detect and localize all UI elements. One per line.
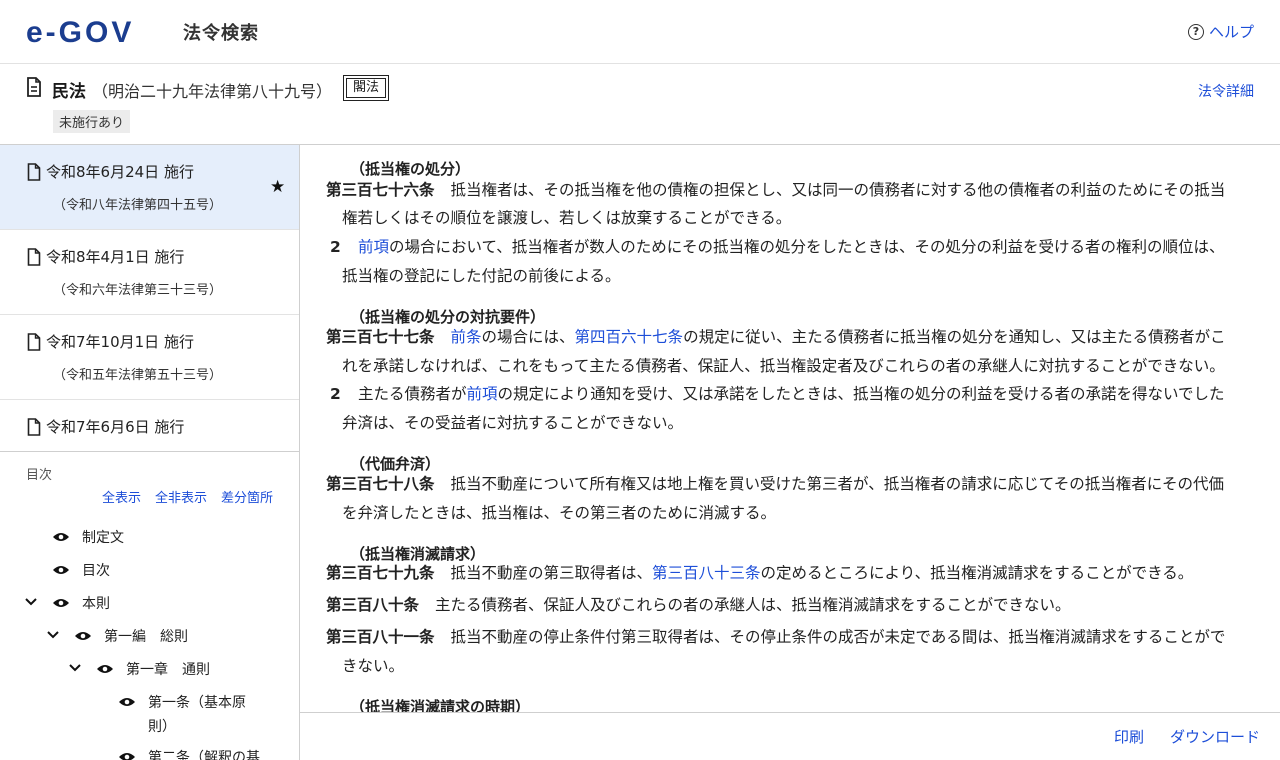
ref-link[interactable]: 前項 (358, 238, 389, 256)
paragraph-number: 2 (330, 385, 341, 403)
law-text-content: （抵当権の処分） 第三百七十六条 抵当権者は、その抵当権を他の債権の担保とし、又は… (0, 145, 1280, 712)
article-text: の定めるところにより、抵当権消滅請求をすることができる。 (760, 564, 1194, 582)
toc-item[interactable]: 第二条（解釈の基 (0, 743, 299, 760)
paragraph-text: の場合において、抵当権者が数人のためにその抵当権の処分をしたときは、その処分の利… (389, 238, 1225, 256)
article-378-cont: を弁済したときは、抵当権は、その第三者のために消滅する。 (342, 504, 777, 522)
ref-link[interactable]: 第四百六十七条 (575, 328, 684, 346)
ref-link[interactable]: 前条 (451, 328, 482, 346)
article-number: 第三百八十一条 (326, 628, 435, 646)
article-376-cont: 権若しくはその順位を譲渡し、若しくは放棄することができる。 (342, 209, 792, 227)
article-number: 第三百七十六条 (326, 181, 435, 199)
article-number: 第三百七十九条 (326, 564, 435, 582)
article-text: の規定に従い、主たる債務者に抵当権の処分を通知し、又は主たる債務者がこ (683, 328, 1226, 346)
law-title-bar (0, 64, 1280, 145)
paragraph-text: 主たる債務者が (358, 385, 467, 403)
article-text: 抵当不動産の停止条件付第三取得者は、その停止条件の成否が未定である間は、抵当権消… (450, 628, 1226, 646)
help-label: ヘルプ (1208, 23, 1254, 41)
article-381-cont: きない。 (342, 657, 405, 675)
app-title: 法令検索 (183, 23, 259, 44)
eye-icon[interactable] (118, 751, 136, 760)
article-379: 第三百七十九条 抵当不動産の第三取得者は、第三百八十三条の定めるところにより、抵当… (326, 559, 1258, 588)
article-number: 第三百七十七条 (326, 328, 435, 346)
help-link[interactable]: ? ヘルプ (1187, 21, 1254, 42)
help-icon: ? (1187, 23, 1204, 40)
document-icon (27, 77, 41, 97)
article-377-cont: れを承諾しなければ、これをもって主たる債務者、保証人、抵当権設定者及びこれらの者… (342, 357, 1225, 375)
logo-text: e-GOV (26, 16, 134, 46)
article-number: 第三百八十条 (326, 596, 420, 614)
download-link[interactable]: ダウンロード (1170, 726, 1260, 747)
article-text: 抵当不動産の第三取得者は、 (450, 564, 653, 582)
toc-item-label: 第二条（解釈の基 (148, 750, 260, 760)
paragraph-377-2-cont: 弁済は、その受益者に対抗することができない。 (342, 414, 684, 432)
toc-item-label: 則） (148, 719, 176, 735)
law-type-label: 閣法 (346, 78, 386, 98)
article-text: 主たる債務者、保証人及びこれらの者の承継人は、抵当権消滅請求をすることができない… (435, 596, 1071, 614)
article-text: の場合には、 (481, 328, 575, 346)
article-377: 第三百七十七条 前条の場合には、第四百六十七条の規定に従い、主たる債務者に抵当権の… (326, 323, 1258, 352)
article-381: 第三百八十一条 抵当不動産の停止条件付第三取得者は、その停止条件の成否が未定である… (326, 623, 1258, 652)
article-text: 抵当不動産について所有権又は地上権を買い受けた第三者が、抵当権者の請求に応じてそ… (450, 475, 1224, 493)
e-gov-logo[interactable]: e-GOV (26, 16, 168, 46)
article-380: 第三百八十条 主たる債務者、保証人及びこれらの者の承継人は、抵当権消滅請求をするこ… (326, 591, 1258, 620)
law-name: 民法 (52, 82, 86, 102)
print-link[interactable]: 印刷 (1114, 726, 1144, 747)
law-detail-link[interactable]: 法令詳細 (1198, 81, 1254, 101)
article-caption: （抵当権消滅請求の時期） (350, 698, 531, 712)
paragraph-376-2-cont: 抵当権の登記にした付記の前後による。 (342, 267, 621, 285)
paragraph-text: の規定により通知を受け、又は承諾をしたときは、抵当権の処分の利益を受ける者の承諾… (497, 385, 1225, 403)
article-number: 第三百七十八条 (326, 475, 435, 493)
law-number: （明治二十九年法律第八十九号） (92, 82, 333, 101)
app-header: e-GOV 法令検索 ? ヘルプ (0, 0, 1280, 64)
ref-link[interactable]: 前項 (467, 385, 498, 403)
article-376: 第三百七十六条 抵当権者は、その抵当権を他の債権の担保とし、又は同一の債務者に対す… (326, 176, 1258, 205)
ref-link[interactable]: 第三百八十三条 (652, 564, 761, 582)
law-type-badge: 閣法 (343, 75, 389, 101)
paragraph-number: 2 (330, 238, 341, 256)
article-text: 抵当権者は、その抵当権を他の債権の担保とし、又は同一の債務者に対する他の債権者の… (450, 181, 1226, 199)
unenforced-badge: 未施行あり (53, 110, 131, 133)
article-378: 第三百七十八条 抵当不動産について所有権又は地上権を買い受けた第三者が、抵当権者の… (326, 470, 1258, 499)
